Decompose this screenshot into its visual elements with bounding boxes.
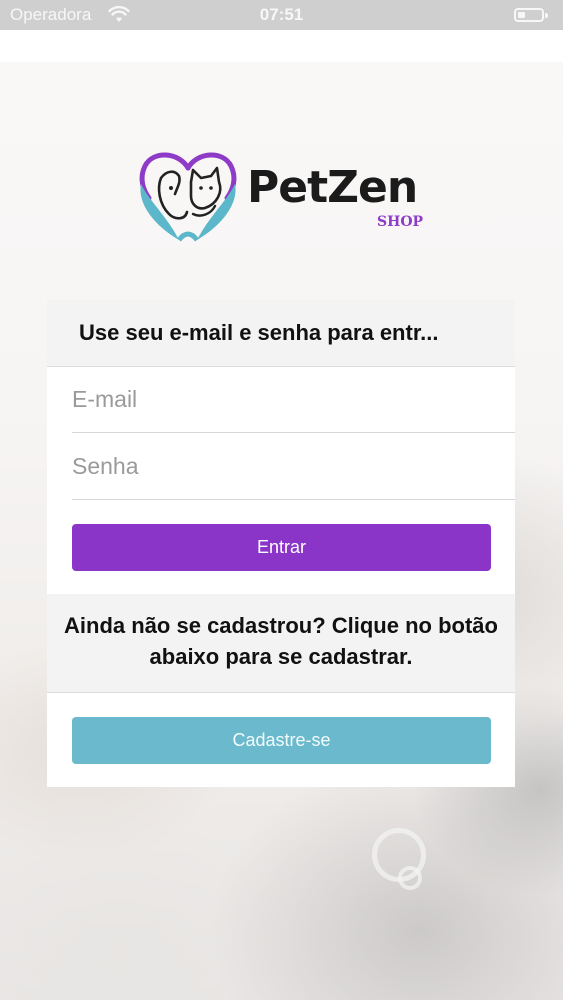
login-header: Use seu e-mail e senha para entr... [47,300,515,367]
signup-button[interactable]: Cadastre-se [72,717,491,764]
email-field[interactable] [72,367,515,433]
collar-ring-small [398,866,422,890]
login-card: Use seu e-mail e senha para entr... Entr… [47,300,515,787]
signup-prompt: Ainda não se cadastrou? Clique no botão … [64,613,498,669]
collar-ring [372,828,426,882]
status-bar: Operadora 07:51 [0,0,563,30]
brand-name: PetZen [247,162,418,213]
brand-logo: PetZen SHOP [135,148,435,248]
status-time: 07:51 [259,5,304,24]
login-title: Use seu e-mail e senha para entr... [79,320,439,345]
brand-subtitle: SHOP [377,214,424,230]
password-field[interactable] [72,434,515,500]
battery-icon [514,8,544,22]
battery-tip [545,13,548,18]
login-button[interactable]: Entrar [72,524,491,571]
nav-bar [0,30,563,62]
heart-hands-dog-cat-logo-icon [139,152,237,242]
signup-prompt-block: Ainda não se cadastrou? Clique no botão … [47,594,515,693]
battery-level [518,12,525,18]
